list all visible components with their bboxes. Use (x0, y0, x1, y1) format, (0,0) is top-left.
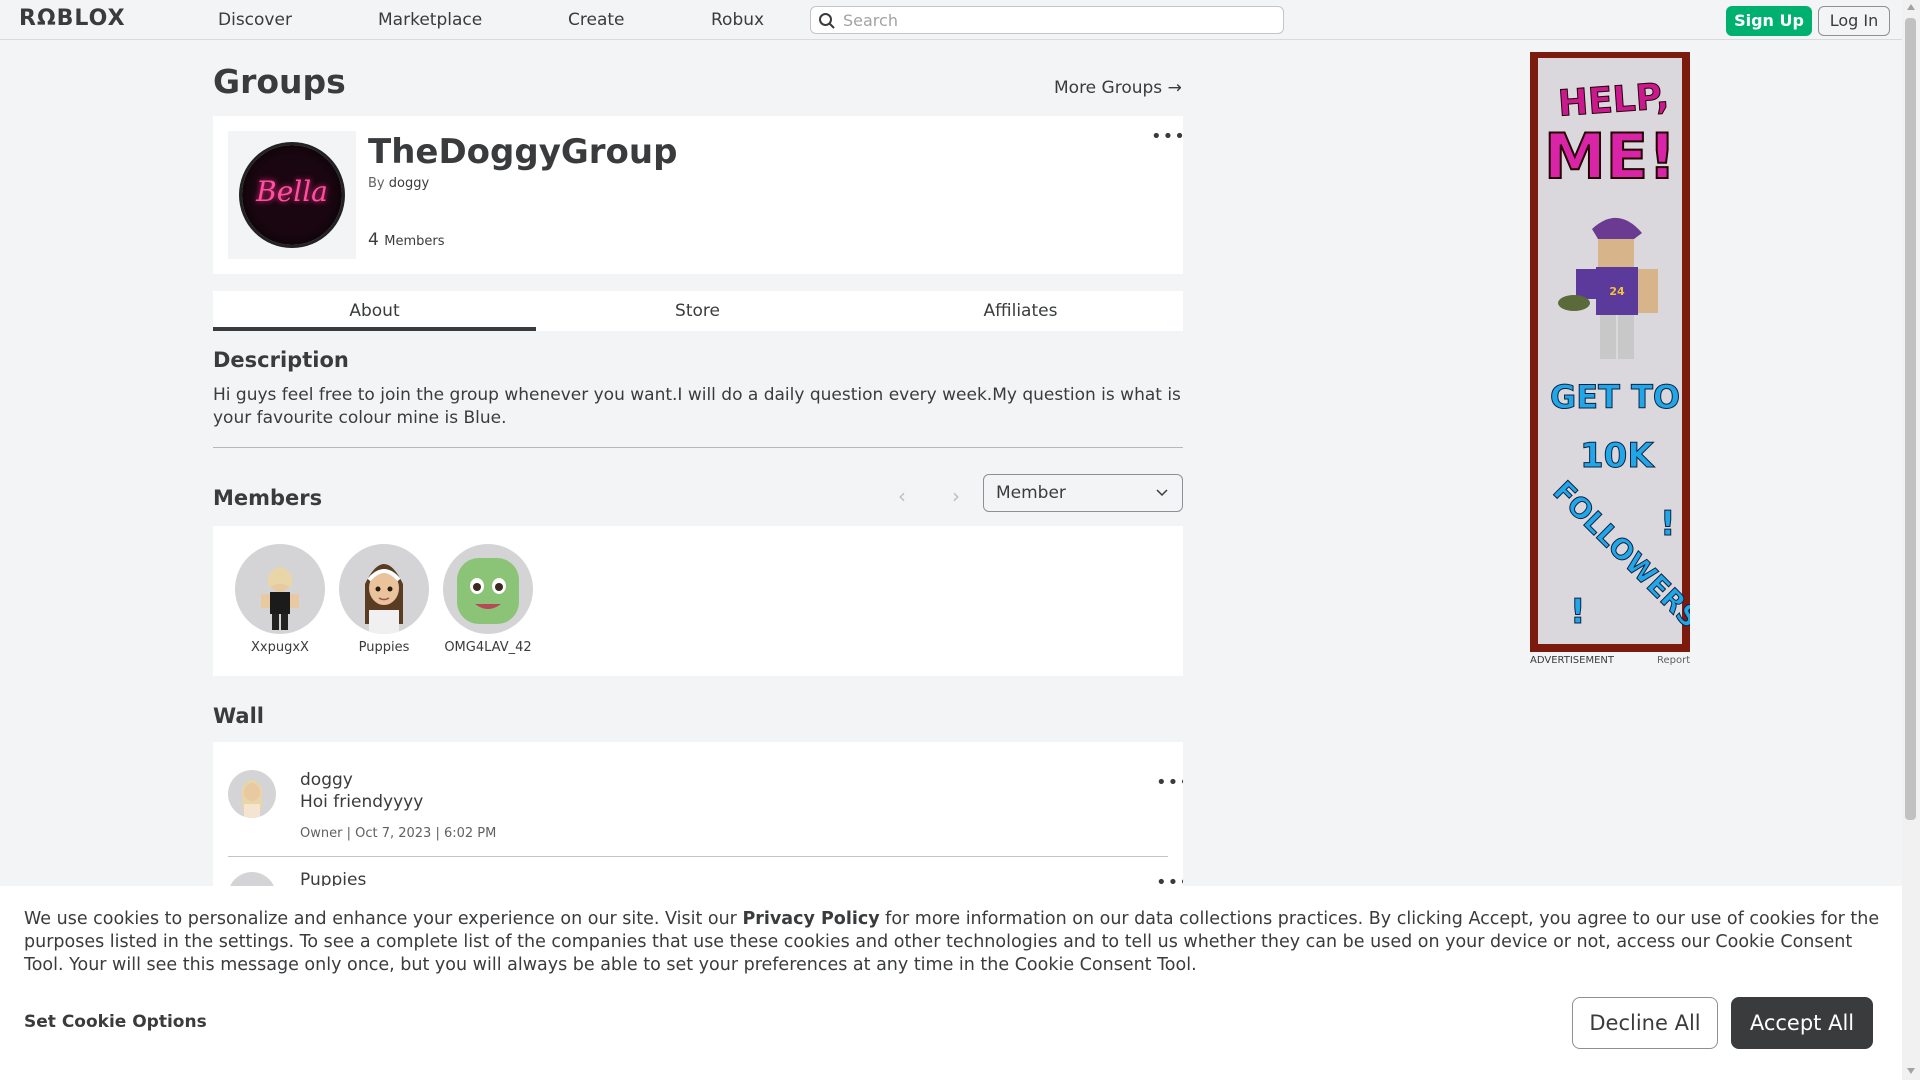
member-avatar (443, 544, 533, 634)
sign-up-button[interactable]: Sign Up (1726, 6, 1812, 36)
group-owner-link[interactable]: doggy (389, 176, 429, 191)
post-meta: Owner | Oct 7, 2023 | 6:02 PM (300, 826, 497, 841)
advertisement-banner[interactable]: HELP, ME! 24 GET TO 10K ! FOLLOWERS ! (1530, 52, 1690, 652)
scroll-thumb[interactable] (1905, 18, 1916, 820)
group-description: Hi guys feel free to join the group when… (213, 385, 1181, 428)
accept-all-button[interactable]: Accept All (1731, 997, 1873, 1049)
post-menu-icon[interactable]: ••• (1156, 774, 1183, 792)
search-input[interactable] (843, 9, 1273, 31)
tab-store[interactable]: Store (536, 291, 859, 331)
post-author-name[interactable]: doggy (300, 770, 353, 790)
ad-character-image: 24 (1558, 217, 1658, 359)
wall-posts: doggy Hoi friendyyyy Owner | Oct 7, 2023… (213, 742, 1183, 902)
search-icon (819, 13, 835, 29)
section-divider (213, 447, 1183, 448)
more-groups-link[interactable]: More Groups → (1054, 78, 1182, 98)
member-count-label: Members (384, 234, 445, 249)
member-tile[interactable]: OMG4LAV_42 (443, 544, 533, 655)
member-count-value: 4 (368, 230, 379, 250)
member-avatar (339, 544, 429, 634)
cookie-text-before: We use cookies to personalize and enhanc… (24, 909, 743, 929)
tab-affiliates[interactable]: Affiliates (859, 291, 1182, 331)
ad-text-get-to: GET TO (1549, 378, 1681, 417)
member-name[interactable]: Puppies (339, 640, 429, 655)
role-select-value: Member (996, 483, 1066, 503)
post-author-avatar[interactable] (228, 770, 276, 818)
privacy-policy-link[interactable]: Privacy Policy (742, 909, 879, 929)
members-list: XxpugxX Puppies OMG4LAV_42 (213, 526, 1183, 676)
description-heading: Description (213, 348, 349, 372)
member-name[interactable]: XxpugxX (235, 640, 325, 655)
ad-text-exclamation: ! (1570, 592, 1586, 633)
log-in-button[interactable]: Log In (1818, 6, 1890, 36)
group-emblem-text: Bella (256, 175, 328, 208)
member-tile[interactable]: XxpugxX (235, 544, 325, 655)
members-prev-page-icon[interactable]: ‹ (898, 484, 906, 508)
decline-all-button[interactable]: Decline All (1572, 997, 1718, 1049)
post-divider (228, 856, 1168, 857)
report-ad-link[interactable]: Report (1657, 655, 1690, 666)
svg-text:24: 24 (1609, 285, 1625, 298)
nav-link-marketplace[interactable]: Marketplace (378, 10, 482, 30)
ad-image: HELP, ME! 24 GET TO 10K ! FOLLOWERS ! (1538, 58, 1690, 644)
group-tabs: About Store Affiliates (213, 291, 1183, 331)
group-owner-line: By doggy (368, 176, 429, 191)
advertisement-label: ADVERTISEMENT (1530, 655, 1615, 666)
cookie-consent-banner: We use cookies to personalize and enhanc… (0, 886, 1902, 1080)
group-name: TheDoggyGroup (368, 132, 678, 172)
wall-heading: Wall (213, 704, 264, 728)
ad-text-10k: 10K (1580, 436, 1655, 477)
group-emblem-frame: Bella (228, 131, 356, 259)
group-menu-icon[interactable]: ••• (1151, 128, 1186, 146)
group-owner-prefix: By (368, 176, 385, 191)
members-heading: Members (213, 486, 323, 510)
set-cookie-options-link[interactable]: Set Cookie Options (24, 1012, 207, 1032)
ad-text-help: HELP, (1556, 76, 1671, 126)
member-name[interactable]: OMG4LAV_42 (443, 640, 533, 655)
chevron-down-icon (1156, 489, 1168, 497)
group-member-count: 4 Members (368, 230, 444, 250)
members-next-page-icon[interactable]: › (952, 484, 960, 508)
ad-text-me: ME! (1543, 119, 1677, 194)
scroll-down-arrow-icon[interactable] (1907, 1068, 1915, 1074)
nav-link-discover[interactable]: Discover (218, 10, 292, 30)
ad-text-exclamation: ! (1660, 504, 1676, 545)
search-box[interactable] (810, 6, 1284, 34)
cookie-message: We use cookies to personalize and enhanc… (24, 908, 1884, 977)
page-title: Groups (213, 62, 346, 101)
scroll-up-arrow-icon[interactable] (1907, 4, 1915, 10)
tab-about[interactable]: About (213, 291, 536, 331)
page-scrollbar[interactable] (1902, 0, 1920, 1080)
member-avatar (235, 544, 325, 634)
member-role-dropdown[interactable]: Member (983, 474, 1183, 512)
nav-link-create[interactable]: Create (568, 10, 625, 30)
ad-text-followers: FOLLOWERS (1546, 474, 1690, 635)
group-header-card: Bella TheDoggyGroup By doggy 4 Members •… (213, 116, 1186, 274)
group-emblem: Bella (242, 145, 342, 245)
member-tile[interactable]: Puppies (339, 544, 429, 655)
roblox-logo[interactable]: RΩBLOX (19, 6, 126, 31)
post-body: Hoi friendyyyy (300, 792, 424, 812)
top-navigation-bar: RΩBLOX Discover Marketplace Create Robux… (0, 0, 1902, 40)
nav-link-robux[interactable]: Robux (711, 10, 764, 30)
